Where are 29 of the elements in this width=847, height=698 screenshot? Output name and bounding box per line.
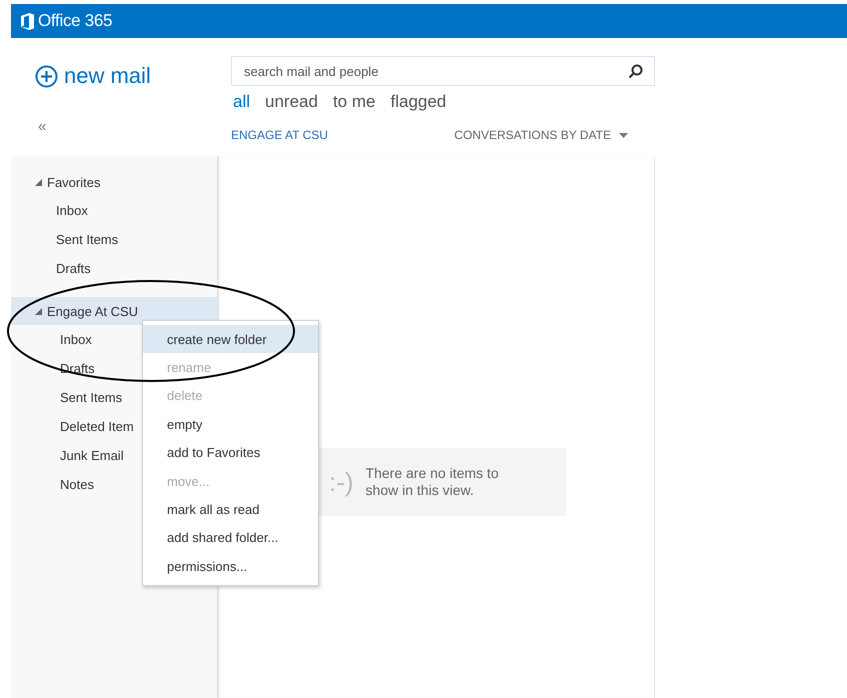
folder-item[interactable]: Drafts xyxy=(11,254,217,283)
triangle-icon[interactable] xyxy=(35,308,42,314)
plus-circle-icon xyxy=(35,64,58,88)
menu-item[interactable]: create new folder xyxy=(143,325,318,354)
folder-item[interactable]: Sent Items xyxy=(11,225,217,254)
menu-item[interactable]: mark all as read xyxy=(143,495,318,524)
collapse-button[interactable]: « xyxy=(35,118,50,135)
filter-tab[interactable]: all xyxy=(233,92,250,112)
folder-group[interactable]: Engage At CSU xyxy=(11,297,217,325)
office-logo-icon xyxy=(21,12,34,30)
folder-group[interactable]: Favorites xyxy=(11,168,217,196)
menu-item[interactable]: permissions... xyxy=(143,552,318,581)
caret-icon xyxy=(619,132,628,138)
filter-tab[interactable]: to me xyxy=(332,92,376,112)
empty-message: There are no items to show in this view. xyxy=(366,465,500,499)
sort-dropdown[interactable]: CONVERSATIONS BY DATE xyxy=(454,128,628,142)
folder-item[interactable]: Inbox xyxy=(11,196,217,225)
search-field[interactable]: search mail and people xyxy=(231,56,655,86)
filter-tab[interactable]: unread xyxy=(265,92,318,112)
menu-item[interactable]: empty xyxy=(143,410,318,439)
menu-item[interactable]: add shared folder... xyxy=(143,524,318,552)
folder-title: ENGAGE AT CSU xyxy=(231,128,328,142)
app-title: Office 365 xyxy=(38,11,112,31)
new-mail-button[interactable]: new mail xyxy=(35,63,151,89)
menu-item[interactable]: add to Favorites xyxy=(143,438,318,467)
filter-tab[interactable]: flagged xyxy=(390,92,446,112)
triangle-icon[interactable] xyxy=(35,178,42,186)
emoticon: :-) xyxy=(329,466,354,498)
search-icon[interactable] xyxy=(628,64,643,79)
